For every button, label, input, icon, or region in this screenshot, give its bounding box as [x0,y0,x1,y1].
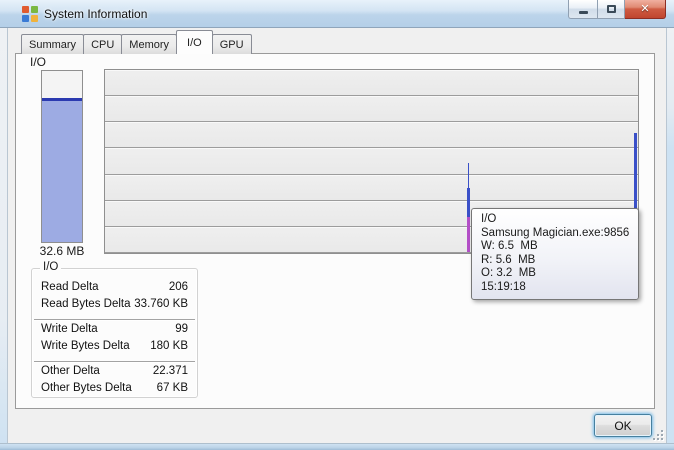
stat-label: Read Bytes Delta [41,298,131,310]
tab-cpu[interactable]: CPU [83,34,123,54]
stat-value: 99 [175,323,188,335]
stat-label: Other Delta [41,365,100,377]
window-frame-right [666,28,674,443]
io-tab-page: I/O 32.6 MB I/O Samsung Magician.exe:985… [15,53,655,409]
stat-separator [34,355,195,362]
tooltip-other-value: O: 3.2 MB [481,267,536,279]
minimize-icon [578,10,588,14]
stat-label: Write Delta [41,323,98,335]
chart-row [105,174,638,201]
chart-row [105,70,638,97]
stat-label: Read Delta [41,281,99,293]
tab-summary[interactable]: Summary [21,34,85,54]
system-information-window: System Information ✕ Summary CPU Memory I/O… [0,0,674,450]
tooltip-read-value: R: 5.6 MB [481,253,536,266]
stat-row: Write Bytes Delta 180 KB [32,338,197,355]
app-icon [22,6,38,22]
io-tooltip: I/O Samsung Magician.exe:9856 W: 6.5 MB … [471,208,640,300]
io-stats-group-label: I/O [40,261,62,273]
tooltip-process: Samsung Magician.exe:9856 [481,226,630,239]
close-button[interactable]: ✕ [625,0,666,19]
io-gauge-value: 32.6 MB [39,244,85,258]
stat-value: 180 KB [150,340,188,352]
tooltip-title: I/O [481,213,497,225]
io-spike-segment [467,187,470,218]
stat-row: Other Delta 22.371 [32,363,197,380]
chart-row [105,96,638,123]
stat-value: 33.760 KB [134,298,188,310]
maximize-button[interactable] [597,0,625,19]
io-spike-segment [468,162,469,188]
io-stats-list: Read Delta 206 Read Bytes Delta 33.760 KB Wr… [32,279,197,397]
tab-gpu[interactable]: GPU [211,34,252,54]
tab-memory[interactable]: Memory [121,34,178,54]
stat-label: Other Bytes Delta [41,382,132,394]
stat-row: Read Delta 206 [32,279,197,296]
io-spike-segment [467,217,470,253]
window-frame-left [0,28,8,443]
io-stats-group: I/O Read Delta 206 Read Bytes Delta 33.760 … [31,261,198,398]
maximize-icon [606,5,616,13]
stat-value: 67 KB [156,382,188,394]
stat-separator [34,313,195,320]
io-gauge [41,70,83,243]
caption-buttons: ✕ [568,0,666,20]
stat-value: 206 [168,281,188,293]
minimize-button[interactable] [568,0,597,19]
window-title: System Information [44,7,148,21]
tab-strip: Summary CPU Memory I/O GPU [21,30,252,54]
stat-label: Write Bytes Delta [41,340,130,352]
chart-row [105,122,638,149]
stat-row: Other Bytes Delta 67 KB [32,380,197,397]
io-gauge-fill [42,98,82,242]
tooltip-write-value: W: 6.5 MB [481,240,538,252]
tab-i-o[interactable]: I/O [176,30,213,54]
stat-row: Write Delta 99 [32,321,197,338]
dialog-client-area: Summary CPU Memory I/O GPU I/O 32.6 MB I/O S… [8,28,666,443]
ok-button[interactable]: OK [594,414,652,437]
stat-value: 22.371 [152,365,188,377]
window-frame-bottom [0,443,674,450]
chart-row [105,148,638,175]
resize-grip[interactable] [651,428,664,441]
io-section-label: I/O [30,55,47,69]
stat-row: Read Bytes Delta 33.760 KB [32,296,197,313]
tooltip-timestamp: 15:19:18 [481,280,526,293]
close-icon: ✕ [640,2,650,15]
